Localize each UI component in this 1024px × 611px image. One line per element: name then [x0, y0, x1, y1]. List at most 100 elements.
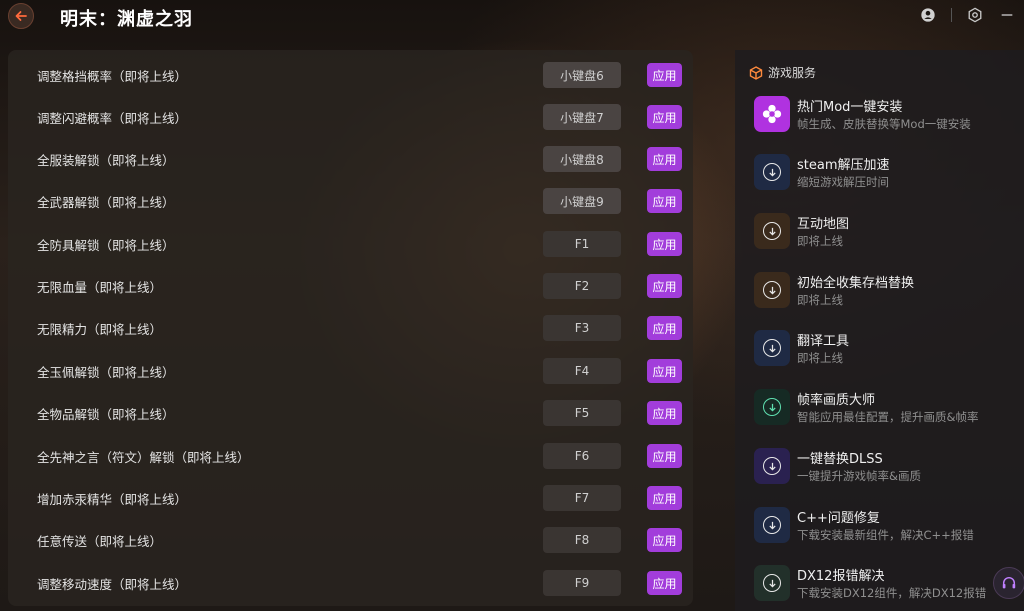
cheat-label: 全玉佩解锁（即将上线） — [37, 364, 175, 380]
cheat-row: 全服装解锁（即将上线） 小键盘8 应用 — [8, 138, 693, 180]
apply-button[interactable]: 应用 — [647, 147, 682, 171]
services-title: 游戏服务 — [768, 66, 817, 80]
service-title: 互动地图 — [797, 217, 850, 232]
hotkey-field[interactable]: F1 — [543, 231, 621, 257]
cheat-label: 无限精力（即将上线） — [37, 321, 163, 337]
download-icon — [754, 389, 790, 425]
minimize-icon[interactable] — [998, 6, 1016, 24]
page-title: 明末：渊虚之羽 — [60, 9, 193, 30]
service-title: DX12报错解决 — [797, 569, 885, 584]
cheat-row: 全玉佩解锁（即将上线） F4 应用 — [8, 350, 693, 392]
hotkey-field[interactable]: F5 — [543, 400, 621, 426]
apply-button[interactable]: 应用 — [647, 486, 682, 510]
service-subtitle: 下载安装DX12组件，解决DX12报错 — [797, 586, 987, 600]
service-subtitle: 一键提升游戏帧率&画质 — [797, 469, 921, 483]
cheat-list-panel: 调整格挡概率（即将上线） 小键盘6 应用 调整闪避概率（即将上线） 小键盘7 应… — [8, 50, 693, 606]
hotkey-field[interactable]: 小键盘7 — [543, 104, 621, 130]
support-button[interactable] — [993, 567, 1024, 599]
cheat-label: 全物品解锁（即将上线） — [37, 406, 175, 422]
service-item[interactable]: 互动地图 即将上线 — [754, 213, 1014, 263]
cheat-label: 调整移动速度（即将上线） — [37, 576, 188, 592]
apply-button[interactable]: 应用 — [647, 401, 682, 425]
cheat-row: 调整闪避概率（即将上线） 小键盘7 应用 — [8, 96, 693, 138]
hotkey-field[interactable]: 小键盘8 — [543, 146, 621, 172]
service-subtitle: 即将上线 — [797, 234, 843, 248]
back-arrow-icon — [15, 11, 27, 21]
download-icon — [754, 507, 790, 543]
service-item[interactable]: 一键替换DLSS 一键提升游戏帧率&画质 — [754, 448, 1014, 498]
hotkey-field[interactable]: 小键盘9 — [543, 188, 621, 214]
service-title: 翻译工具 — [797, 334, 850, 349]
cheat-row: 增加赤汞精华（即将上线） F7 应用 — [8, 477, 693, 519]
service-item[interactable]: steam解压加速 缩短游戏解压时间 — [754, 154, 1014, 204]
apply-button[interactable]: 应用 — [647, 571, 682, 595]
service-subtitle: 下载安装最新组件，解决C++报错 — [797, 528, 974, 542]
cube-icon — [749, 65, 763, 80]
toolbar-divider — [951, 8, 952, 22]
cheat-row: 全防具解锁（即将上线） F1 应用 — [8, 223, 693, 265]
apply-button[interactable]: 应用 — [647, 189, 682, 213]
game-services-panel: 游戏服务 热门Mod一键安装 帧生成、皮肤替换等Mod一键安装 steam解压加… — [735, 50, 1024, 611]
download-icon — [754, 272, 790, 308]
settings-icon[interactable] — [966, 6, 984, 24]
service-title: 热门Mod一键安装 — [797, 100, 903, 115]
cheat-label: 调整格挡概率（即将上线） — [37, 68, 188, 84]
cheat-label: 全先神之言（符文）解锁（即将上线） — [37, 449, 250, 465]
service-title: 一键替换DLSS — [797, 452, 883, 467]
back-button[interactable] — [8, 3, 34, 29]
user-icon[interactable] — [919, 6, 937, 24]
download-icon — [754, 330, 790, 366]
cheat-label: 全服装解锁（即将上线） — [37, 152, 175, 168]
cheat-row: 调整格挡概率（即将上线） 小键盘6 应用 — [8, 54, 693, 96]
cheat-row: 全先神之言（符文）解锁（即将上线） F6 应用 — [8, 435, 693, 477]
cheat-row: 全武器解锁（即将上线） 小键盘9 应用 — [8, 180, 693, 222]
hotkey-field[interactable]: F8 — [543, 527, 621, 553]
cheat-row: 无限精力（即将上线） F3 应用 — [8, 307, 693, 349]
service-item[interactable]: 翻译工具 即将上线 — [754, 330, 1014, 380]
service-item[interactable]: C++问题修复 下载安装最新组件，解决C++报错 — [754, 507, 1014, 557]
service-title: C++问题修复 — [797, 511, 880, 526]
apply-button[interactable]: 应用 — [647, 359, 682, 383]
service-item[interactable]: 帧率画质大师 智能应用最佳配置，提升画质&帧率 — [754, 389, 1014, 439]
service-subtitle: 帧生成、皮肤替换等Mod一键安装 — [797, 117, 971, 131]
cheat-label: 任意传送（即将上线） — [37, 533, 163, 549]
service-subtitle: 智能应用最佳配置，提升画质&帧率 — [797, 410, 979, 424]
apply-button[interactable]: 应用 — [647, 105, 682, 129]
hotkey-field[interactable]: F3 — [543, 315, 621, 341]
apply-button[interactable]: 应用 — [647, 316, 682, 340]
hotkey-field[interactable]: F2 — [543, 273, 621, 299]
service-subtitle: 即将上线 — [797, 293, 843, 307]
cheat-label: 全武器解锁（即将上线） — [37, 194, 175, 210]
service-item[interactable]: 初始全收集存档替换 即将上线 — [754, 272, 1014, 322]
hotkey-field[interactable]: F9 — [543, 570, 621, 596]
cheat-label: 增加赤汞精华（即将上线） — [37, 491, 188, 507]
service-subtitle: 即将上线 — [797, 351, 843, 365]
mod-flower-icon — [754, 96, 790, 132]
hotkey-field[interactable]: 小键盘6 — [543, 62, 621, 88]
apply-button[interactable]: 应用 — [647, 528, 682, 552]
title-bar: 明末：渊虚之羽 — [0, 0, 1024, 36]
apply-button[interactable]: 应用 — [647, 444, 682, 468]
cheat-label: 调整闪避概率（即将上线） — [37, 110, 188, 126]
download-icon — [754, 154, 790, 190]
service-title: 帧率画质大师 — [797, 393, 876, 408]
cheat-row: 调整移动速度（即将上线） F9 应用 — [8, 562, 693, 604]
services-header: 游戏服务 — [749, 64, 816, 81]
download-icon — [754, 448, 790, 484]
hotkey-field[interactable]: F4 — [543, 358, 621, 384]
cheat-row: 任意传送（即将上线） F8 应用 — [8, 519, 693, 561]
service-title: steam解压加速 — [797, 158, 890, 173]
hotkey-field[interactable]: F7 — [543, 485, 621, 511]
cheat-row: 全物品解锁（即将上线） F5 应用 — [8, 392, 693, 434]
download-icon — [754, 565, 790, 601]
service-title: 初始全收集存档替换 — [797, 276, 915, 291]
cheat-row: 无限血量（即将上线） F2 应用 — [8, 265, 693, 307]
apply-button[interactable]: 应用 — [647, 232, 682, 256]
service-item[interactable]: DX12报错解决 下载安装DX12组件，解决DX12报错 — [754, 565, 1014, 611]
apply-button[interactable]: 应用 — [647, 274, 682, 298]
apply-button[interactable]: 应用 — [647, 63, 682, 87]
service-item[interactable]: 热门Mod一键安装 帧生成、皮肤替换等Mod一键安装 — [754, 96, 1014, 146]
headset-icon — [1002, 577, 1016, 589]
cheat-label: 全防具解锁（即将上线） — [37, 237, 175, 253]
hotkey-field[interactable]: F6 — [543, 443, 621, 469]
